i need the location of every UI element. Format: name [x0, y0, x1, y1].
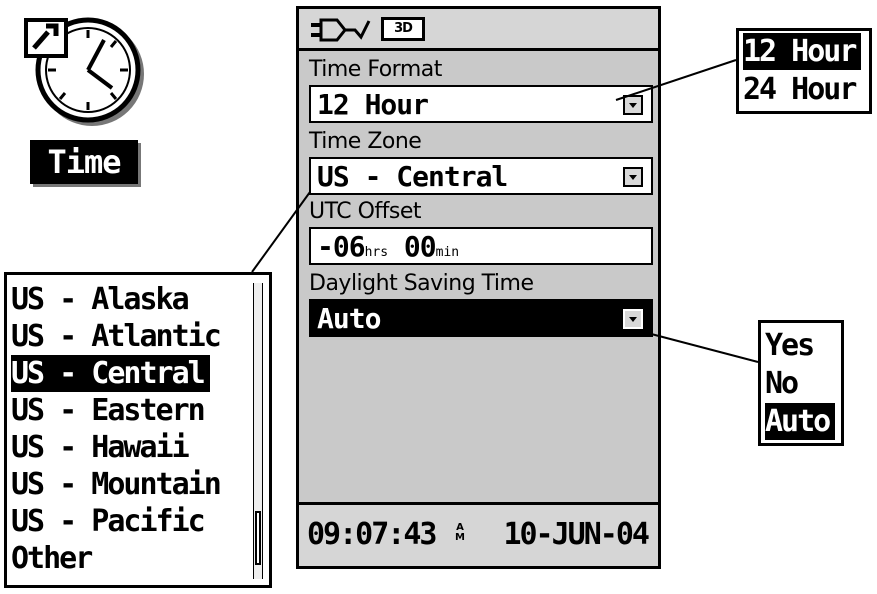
time-zone-dropdown[interactable]: US - Central: [309, 157, 653, 195]
current-time: 09:07:43: [307, 517, 437, 552]
zone-list-scrollbar[interactable]: [253, 283, 263, 579]
time-zone-options-callout: US - Alaska US - Atlantic US - Central U…: [4, 272, 272, 588]
daylight-saving-value: Auto: [317, 302, 381, 335]
am-pm-indicator: AM: [455, 522, 465, 543]
option-us-pacific[interactable]: US - Pacific: [11, 503, 206, 540]
time-format-label: Time Format: [309, 57, 442, 82]
device-screen: 3D Time Format 12 Hour Time Zone US - Ce…: [296, 6, 661, 569]
time-icon-label: Time: [30, 140, 138, 184]
option-us-atlantic[interactable]: US - Atlantic: [11, 318, 222, 355]
daylight-saving-dropdown[interactable]: Auto: [309, 299, 653, 337]
time-format-options-callout: 12 Hour 24 Hour: [736, 28, 872, 114]
chevron-down-icon[interactable]: [623, 167, 643, 187]
chevron-down-icon[interactable]: [623, 95, 643, 115]
daylight-saving-label: Daylight Saving Time: [309, 271, 534, 296]
option-12-hour[interactable]: 12 Hour: [743, 33, 862, 70]
time-format-value: 12 Hour: [317, 88, 429, 121]
option-us-mountain[interactable]: US - Mountain: [11, 466, 222, 503]
status-footer: 09:07:43 AM 10-JUN-04: [299, 502, 658, 566]
option-other[interactable]: Other: [11, 540, 93, 577]
option-24-hour[interactable]: 24 Hour: [743, 71, 857, 108]
option-auto[interactable]: Auto: [765, 403, 836, 440]
utc-offset-label: UTC Offset: [309, 199, 422, 224]
current-date: 10-JUN-04: [503, 517, 650, 552]
utc-offset-value: -06hrs 00min: [317, 230, 460, 263]
option-no[interactable]: No: [765, 365, 799, 402]
option-us-hawaii[interactable]: US - Hawaii: [11, 429, 190, 466]
option-us-central[interactable]: US - Central: [11, 355, 210, 392]
status-bar: 3D: [299, 9, 658, 51]
scrollbar-thumb[interactable]: [255, 511, 261, 565]
satellite-3d-badge: 3D: [381, 17, 425, 41]
utc-offset-field[interactable]: -06hrs 00min: [309, 227, 653, 265]
time-zone-value: US - Central: [317, 160, 508, 193]
chevron-down-icon[interactable]: [623, 309, 643, 329]
daylight-saving-options-callout: Yes No Auto: [758, 320, 844, 446]
option-us-alaska[interactable]: US - Alaska: [11, 281, 190, 318]
power-plug-icon: [311, 17, 371, 47]
option-yes[interactable]: Yes: [765, 327, 815, 364]
option-us-eastern[interactable]: US - Eastern: [11, 392, 206, 429]
time-format-dropdown[interactable]: 12 Hour: [309, 85, 653, 123]
time-zone-label: Time Zone: [309, 129, 422, 154]
